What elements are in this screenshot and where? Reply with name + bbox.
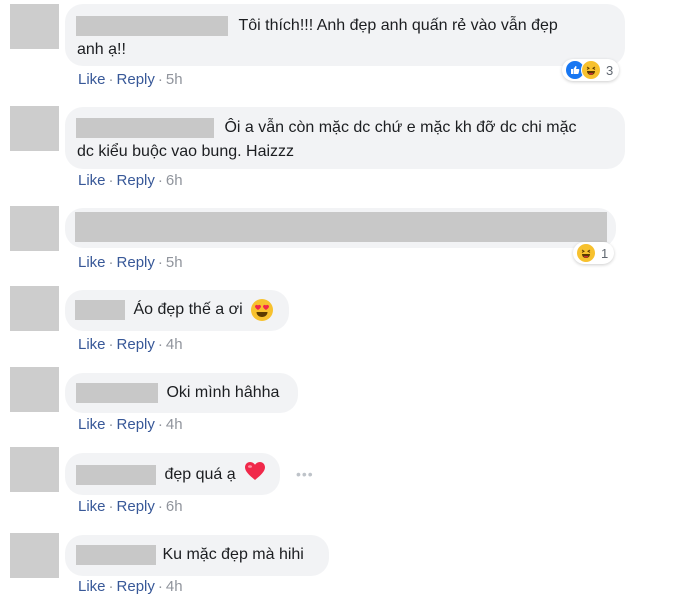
comment-bubble: Áo đẹp thế a ơi	[65, 290, 289, 331]
comment-text: Tôi thích!!! Anh đẹp anh quấn rẻ vào vẫn…	[238, 17, 558, 34]
redacted-author-name[interactable]	[76, 117, 214, 138]
avatar[interactable]	[10, 533, 59, 578]
timestamp[interactable]: 4h	[166, 336, 183, 353]
reply-link[interactable]: Reply	[117, 336, 155, 353]
reply-link[interactable]: Reply	[117, 254, 155, 271]
separator: ·	[157, 498, 163, 515]
separator: ·	[157, 578, 163, 595]
separator: ·	[108, 578, 114, 595]
redacted-comment-content	[75, 212, 607, 242]
redacted-author-name[interactable]	[76, 382, 158, 403]
comment-bubble: Oki mình hâhha	[65, 373, 298, 413]
timestamp[interactable]: 6h	[166, 498, 183, 515]
more-options-icon[interactable]: •••	[296, 466, 314, 482]
avatar[interactable]	[10, 106, 59, 151]
separator: ·	[108, 416, 114, 433]
haha-reaction-icon	[576, 243, 596, 263]
heart-eyes-emoji-icon	[251, 298, 274, 321]
comment-actions: Like · Reply · 6h	[78, 172, 183, 189]
separator: ·	[157, 172, 163, 189]
redacted-author-name[interactable]	[76, 465, 156, 485]
comment-text: đẹp quá ạ	[164, 466, 236, 484]
timestamp[interactable]: 5h	[166, 254, 183, 271]
avatar[interactable]	[10, 367, 59, 412]
separator: ·	[157, 254, 163, 271]
haha-reaction-icon	[581, 60, 601, 80]
heart-emoji-icon	[244, 461, 266, 489]
redacted-author-name[interactable]	[75, 299, 125, 320]
separator: ·	[157, 71, 163, 88]
comment-bubble	[65, 208, 616, 248]
reaction-count: 3	[606, 62, 614, 78]
comment-actions: Like · Reply · 5h	[78, 71, 183, 88]
comment-actions: Like · Reply · 4h	[78, 416, 183, 433]
redacted-author-name[interactable]	[76, 15, 228, 36]
like-link[interactable]: Like	[78, 498, 106, 515]
avatar[interactable]	[10, 447, 59, 492]
separator: ·	[157, 416, 163, 433]
comment-text: Áo đẹp thế a ơi	[133, 301, 243, 318]
like-link[interactable]: Like	[78, 254, 106, 271]
avatar[interactable]	[10, 4, 59, 49]
timestamp[interactable]: 6h	[166, 172, 183, 189]
separator: ·	[108, 254, 114, 271]
like-link[interactable]: Like	[78, 71, 106, 88]
reply-link[interactable]: Reply	[117, 578, 155, 595]
comment-text: Oki mình hâhha	[166, 384, 280, 401]
comment-text-line2: anh ạ!!	[77, 41, 126, 58]
redacted-author-name[interactable]	[76, 544, 156, 565]
like-link[interactable]: Like	[78, 578, 106, 595]
separator: ·	[108, 498, 114, 515]
reaction-count: 1	[601, 245, 609, 261]
comment-actions: Like · Reply · 5h	[78, 254, 183, 271]
timestamp[interactable]: 4h	[166, 578, 183, 595]
comment-actions: Like · Reply · 4h	[78, 336, 183, 353]
reaction-summary[interactable]: 3	[562, 59, 620, 81]
like-link[interactable]: Like	[78, 416, 106, 433]
comment-bubble: Ôi a vẫn còn mặc dc chứ e mặc kh đỡ dc c…	[65, 107, 625, 169]
comment-text: Ôi a vẫn còn mặc dc chứ e mặc kh đỡ dc c…	[224, 119, 577, 136]
comment-text-line2: dc kiểu buộc vao bung. Haizzz	[77, 143, 295, 160]
comment-bubble: Ku mặc đẹp mà hihi	[65, 535, 329, 576]
reply-link[interactable]: Reply	[117, 172, 155, 189]
comment-bubble: Tôi thích!!! Anh đẹp anh quấn rẻ vào vẫn…	[65, 4, 625, 66]
timestamp[interactable]: 5h	[166, 71, 183, 88]
avatar[interactable]	[10, 206, 59, 251]
comment-actions: Like · Reply · 6h	[78, 498, 183, 515]
separator: ·	[108, 172, 114, 189]
avatar[interactable]	[10, 286, 59, 331]
separator: ·	[108, 71, 114, 88]
reply-link[interactable]: Reply	[117, 71, 155, 88]
reply-link[interactable]: Reply	[117, 416, 155, 433]
like-link[interactable]: Like	[78, 336, 106, 353]
separator: ·	[157, 336, 163, 353]
reply-link[interactable]: Reply	[117, 498, 155, 515]
separator: ·	[108, 336, 114, 353]
comment-text: Ku mặc đẹp mà hihi	[162, 546, 304, 563]
comment-actions: Like · Reply · 4h	[78, 578, 183, 595]
timestamp[interactable]: 4h	[166, 416, 183, 433]
reaction-summary[interactable]: 1	[573, 242, 615, 264]
comment-bubble: đẹp quá ạ	[65, 453, 280, 495]
like-link[interactable]: Like	[78, 172, 106, 189]
